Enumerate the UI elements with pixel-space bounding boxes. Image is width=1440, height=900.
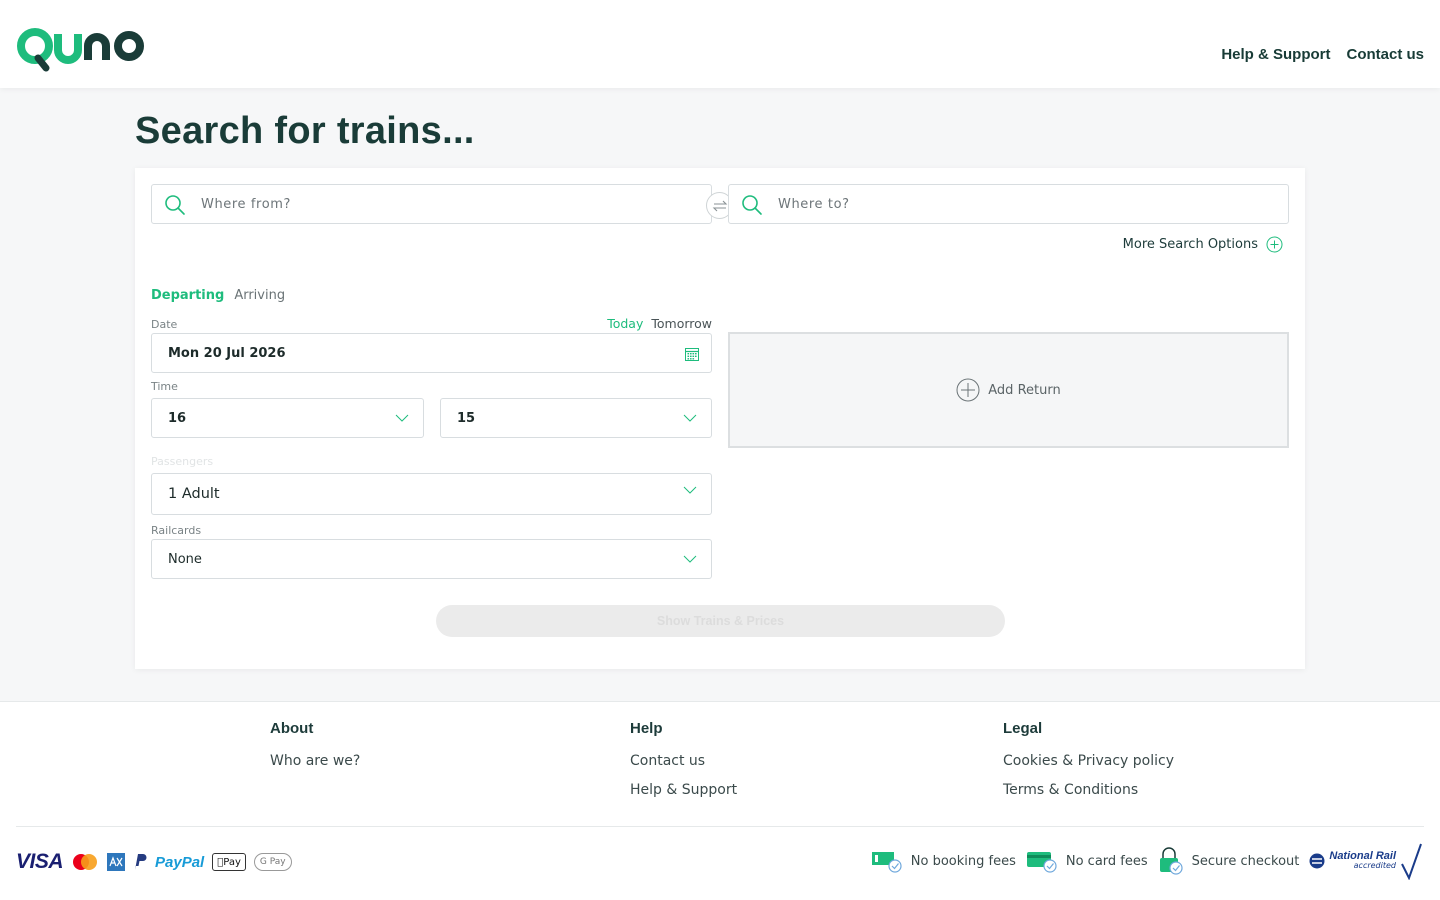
mastercard-logo [73, 854, 98, 870]
hour-select[interactable]: 16 [151, 398, 424, 438]
assurance-badges: No booking fees No card fees Secure chec… [871, 842, 1422, 880]
search-icon [742, 195, 762, 215]
footer-help-heading: Help [630, 720, 663, 737]
railcards-select[interactable]: None [151, 539, 712, 579]
lock-check-icon [1159, 847, 1183, 875]
chevron-down-icon [395, 414, 409, 422]
passengers-select[interactable]: 1 Adult [151, 473, 712, 515]
railcards-value: None [168, 551, 202, 567]
railcards-label: Railcards [151, 524, 202, 537]
cookies-privacy-link[interactable]: Cookies & Privacy policy [1003, 753, 1174, 769]
tab-departing[interactable]: Departing [151, 288, 224, 303]
footer-help-support-link[interactable]: Help & Support [630, 782, 737, 798]
plus-circle-icon [1266, 236, 1283, 253]
swap-icon [712, 200, 727, 211]
tomorrow-link[interactable]: Tomorrow [651, 316, 712, 331]
from-station-input[interactable] [201, 185, 700, 223]
secure-checkout-label: Secure checkout [1191, 853, 1300, 869]
contact-us-link[interactable]: Contact us [1346, 46, 1424, 63]
date-picker[interactable]: Mon 20 Jul 2026 [151, 333, 712, 373]
plus-circle-icon [956, 378, 980, 402]
card-check-icon [1026, 852, 1057, 873]
paypal-icon [135, 854, 147, 870]
site-footer: About Who are we? Help Contact us Help &… [0, 701, 1440, 900]
time-label: Time [151, 380, 178, 393]
national-rail-icon [1309, 853, 1325, 869]
chevron-down-icon [683, 555, 697, 563]
national-rail-subtitle: accredited [1353, 861, 1396, 870]
footer-contact-link[interactable]: Contact us [630, 753, 737, 769]
search-icon [165, 195, 185, 215]
no-card-fees-label: No card fees [1065, 853, 1148, 869]
no-card-fees-badge: No card fees [1026, 849, 1148, 873]
chevron-down-icon [683, 414, 697, 422]
departure-mode-tabs: Departing Arriving [151, 288, 285, 303]
date-value: Mon 20 Jul 2026 [168, 345, 286, 361]
date-label: Date [151, 318, 178, 331]
site-header: Help & Support Contact us [0, 0, 1440, 88]
to-station-field[interactable] [728, 184, 1289, 224]
national-rail-badge: National Rail accredited [1309, 842, 1422, 880]
footer-about-heading: About [270, 720, 314, 737]
payment-methods: VISA PayPal Pay G Pay [16, 850, 292, 874]
footer-divider [16, 826, 1424, 827]
minute-select[interactable]: 15 [440, 398, 712, 438]
national-rail-title: National Rail [1329, 850, 1396, 862]
top-nav: Help & Support Contact us [1221, 46, 1424, 63]
no-booking-fees-label: No booking fees [910, 853, 1016, 869]
add-return-label: Add Return [988, 382, 1061, 398]
hour-value: 16 [168, 410, 187, 426]
who-are-we-link[interactable]: Who are we? [270, 753, 360, 769]
add-return-button[interactable]: Add Return [728, 332, 1289, 448]
to-station-input[interactable] [778, 185, 1277, 223]
more-search-options-button[interactable]: More Search Options [1123, 236, 1283, 253]
terms-conditions-link[interactable]: Terms & Conditions [1003, 782, 1174, 798]
calendar-icon [685, 348, 699, 361]
quick-date-links: Today Tomorrow [607, 316, 712, 331]
no-booking-fees-badge: No booking fees [871, 849, 1016, 873]
today-link[interactable]: Today [607, 316, 643, 331]
ticket-check-icon [871, 852, 902, 873]
quno-logo[interactable] [16, 24, 148, 72]
passengers-value: 1 Adult [168, 486, 220, 502]
minute-value: 15 [457, 410, 476, 426]
paypal-logo: PayPal [155, 853, 205, 871]
footer-about-column: About Who are we? [270, 720, 360, 782]
amex-logo [107, 853, 126, 871]
from-station-field[interactable] [151, 184, 712, 224]
tab-arriving[interactable]: Arriving [234, 288, 285, 303]
footer-help-column: Help Contact us Help & Support [630, 720, 737, 811]
check-icon [1401, 843, 1422, 880]
footer-legal-heading: Legal [1003, 720, 1043, 737]
chevron-down-icon [683, 486, 697, 494]
apple-pay-logo: Pay [212, 853, 246, 871]
secure-checkout-badge: Secure checkout [1158, 847, 1300, 875]
passengers-label: Passengers [151, 455, 214, 468]
google-pay-logo: G Pay [253, 853, 292, 871]
page-title: Search for trains... [135, 110, 475, 152]
show-trains-button[interactable]: Show Trains & Prices [436, 605, 1005, 637]
visa-logo: VISA [16, 850, 64, 873]
footer-legal-column: Legal Cookies & Privacy policy Terms & C… [1003, 720, 1174, 811]
more-search-options-label: More Search Options [1122, 237, 1258, 252]
search-card: More Search Options Departing Arriving D… [135, 168, 1305, 669]
help-support-link[interactable]: Help & Support [1221, 46, 1330, 63]
